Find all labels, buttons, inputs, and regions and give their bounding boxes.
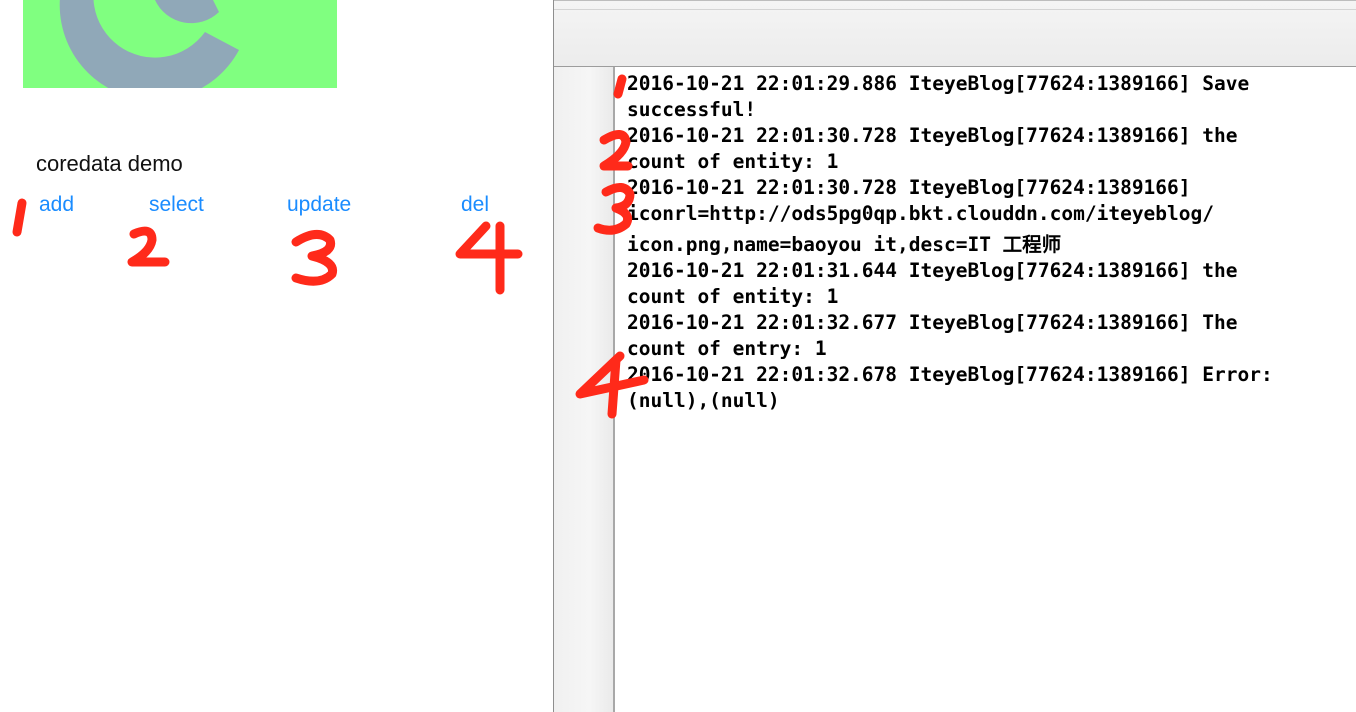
app-logo [23,0,337,88]
log-line: 2016-10-21 22:01:29.886 IteyeBlog[77624:… [627,72,1250,95]
log-line: 2016-10-21 22:01:32.678 IteyeBlog[77624:… [627,363,1273,386]
select-button[interactable]: select [149,193,204,217]
log-line: iconrl=http://ods5pg0qp.bkt.clouddn.com/… [627,202,1214,225]
console-output[interactable]: 2016-10-21 22:01:29.886 IteyeBlog[77624:… [627,71,1353,414]
log-line: (null),(null) [627,389,780,412]
log-line: count of entity: 1 [627,285,839,308]
page-title: coredata demo [36,151,183,176]
console-toolbar [554,0,1356,67]
log-line: 2016-10-21 22:01:30.728 IteyeBlog[77624:… [627,124,1238,147]
log-line: 2016-10-21 22:01:31.644 IteyeBlog[77624:… [627,259,1238,282]
debug-console: 2016-10-21 22:01:29.886 IteyeBlog[77624:… [554,0,1356,712]
update-button[interactable]: update [287,193,351,217]
log-line: count of entry: 1 [627,337,827,360]
screen: coredata demo add select update del 2016… [0,0,1356,712]
add-button[interactable]: add [39,193,74,217]
simulator-pane: coredata demo add select update del [0,0,553,712]
log-line: count of entity: 1 [627,150,839,173]
log-line: 2016-10-21 22:01:32.677 IteyeBlog[77624:… [627,311,1238,334]
log-line: successful! [627,98,757,121]
log-line: icon.png,name=baoyou it,desc=IT 工程师 [627,233,1062,256]
del-button[interactable]: del [461,193,489,217]
variables-gutter [554,67,615,712]
log-line: 2016-10-21 22:01:30.728 IteyeBlog[77624:… [627,176,1191,199]
